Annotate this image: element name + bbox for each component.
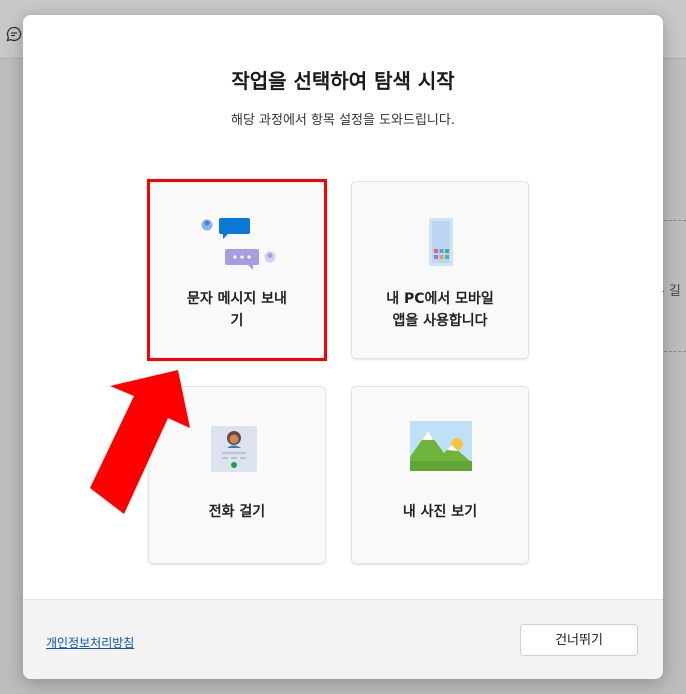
highlight-box bbox=[147, 179, 327, 361]
landscape-photo-icon bbox=[410, 421, 472, 471]
dialog-footer: 개인정보처리방침 건너뛰기 bbox=[23, 599, 663, 679]
privacy-policy-link[interactable]: 개인정보처리방침 bbox=[46, 634, 134, 651]
card-label-use-mobile-apps: 내 PC에서 모바일 앱을 사용합니다 bbox=[386, 291, 494, 329]
dialog-title: 작업을 선택하여 탐색 시작 bbox=[231, 69, 455, 93]
card-view-photos[interactable]: 내 사진 보기 bbox=[351, 386, 529, 564]
skip-button[interactable]: 건너뛰기 bbox=[520, 624, 638, 656]
dialog-subtitle: 해당 과정에서 항목 설정을 도와드립니다. bbox=[231, 113, 455, 128]
phone-apps-icon bbox=[429, 218, 453, 266]
card-label-view-photos: 내 사진 보기 bbox=[402, 504, 478, 520]
red-arrow-annotation bbox=[90, 370, 190, 514]
card-use-mobile-apps[interactable]: 내 PC에서 모바일 앱을 사용합니다 bbox=[351, 181, 529, 359]
background-side-text: - 길 bbox=[660, 284, 681, 299]
getting-started-dialog: 작업을 선택하여 탐색 시작 해당 과정에서 항목 설정을 도와드립니다. 문자… bbox=[23, 15, 663, 679]
chat-icon bbox=[6, 26, 22, 42]
